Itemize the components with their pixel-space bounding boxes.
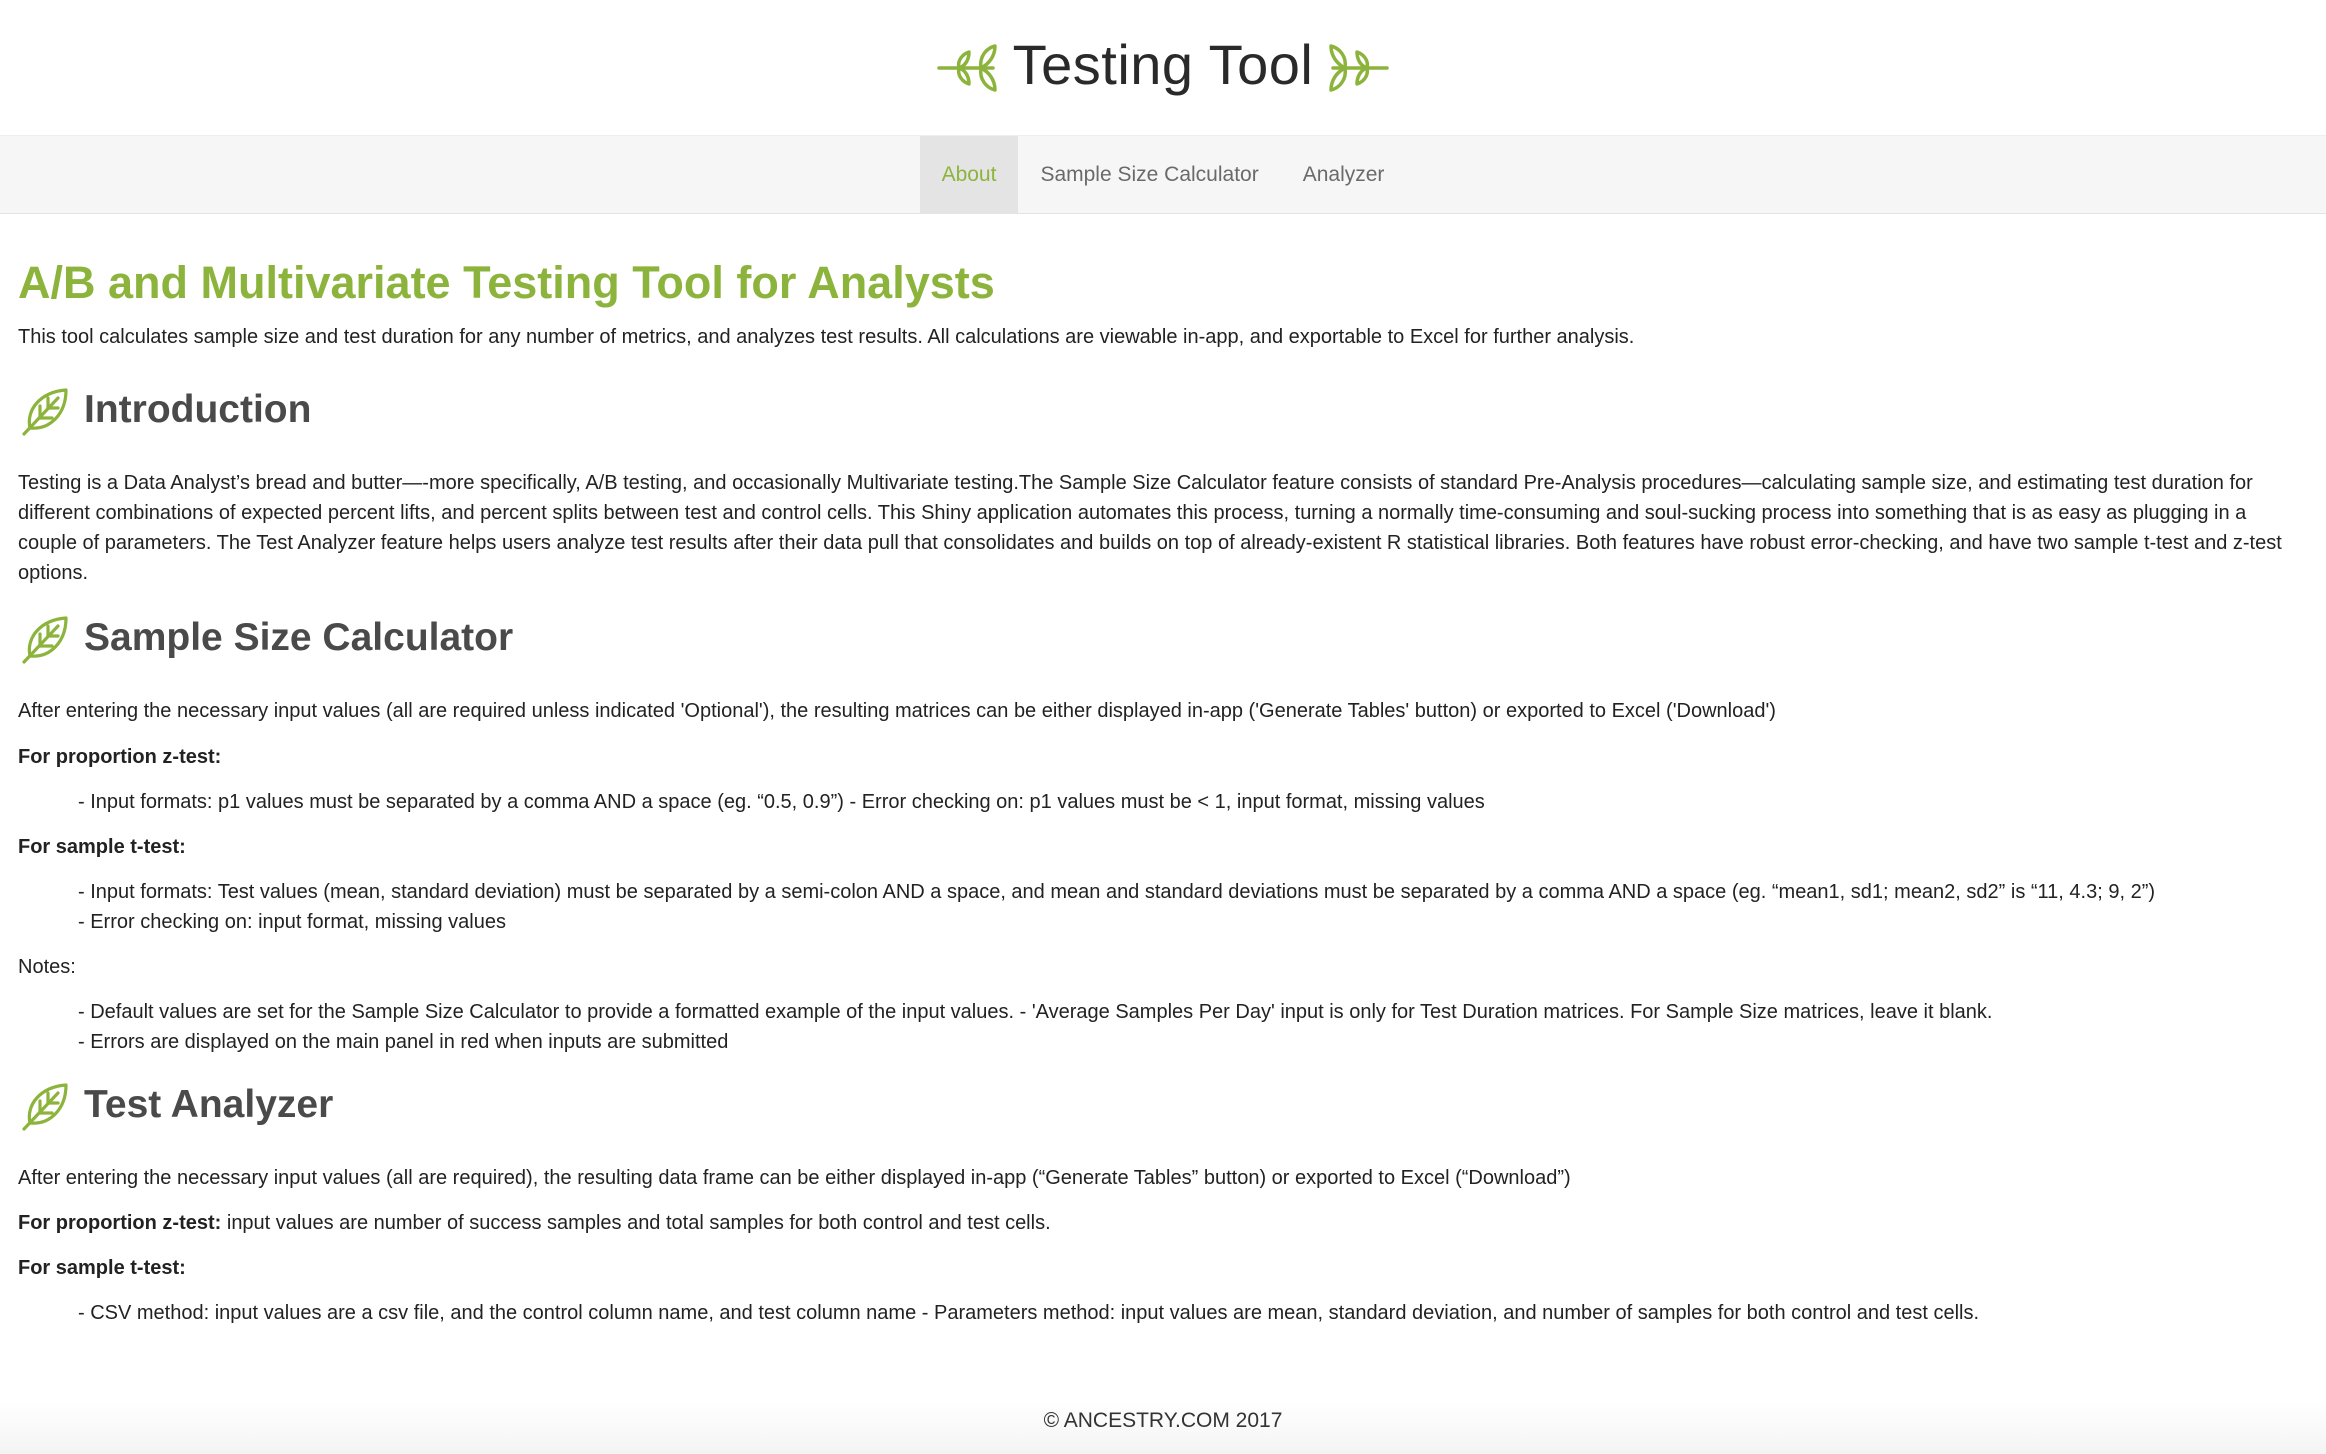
sample-size-proportion-line: - Input formats: p1 values must be separ… bbox=[78, 791, 1485, 813]
app-header: Testing Tool bbox=[0, 0, 2326, 135]
introduction-heading: Introduction bbox=[84, 388, 312, 431]
tab-analyzer[interactable]: Analyzer bbox=[1281, 136, 1407, 213]
test-analyzer-heading-row: Test Analyzer bbox=[18, 1077, 2308, 1133]
page-footer: © ANCESTRY.COM 2017 bbox=[0, 1400, 2326, 1454]
introduction-body: Testing is a Data Analyst’s bread and bu… bbox=[18, 472, 2282, 584]
test-analyzer-heading: Test Analyzer bbox=[84, 1083, 334, 1126]
sample-size-intro: After entering the necessary input value… bbox=[18, 700, 1776, 722]
sample-size-notes-line-2: - Errors are displayed on the main panel… bbox=[78, 1031, 729, 1053]
tab-sample-size-calculator[interactable]: Sample Size Calculator bbox=[1018, 136, 1280, 213]
copyright-text: © ANCESTRY.COM 2017 bbox=[1043, 1409, 1283, 1432]
leaf-branch-icon bbox=[1329, 43, 1390, 92]
test-analyzer-intro: After entering the necessary input value… bbox=[18, 1167, 1571, 1189]
leaf-branch-icon bbox=[936, 43, 997, 92]
app-title: Testing Tool bbox=[1012, 33, 1314, 96]
sample-size-ttest-line-2: - Error checking on: input format, missi… bbox=[78, 911, 506, 933]
sample-size-notes-label: Notes: bbox=[18, 956, 76, 978]
sample-size-heading: Sample Size Calculator bbox=[84, 616, 514, 659]
page-title: A/B and Multivariate Testing Tool for An… bbox=[18, 257, 995, 308]
sample-size-ttest-label: For sample t-test: bbox=[18, 836, 186, 858]
test-analyzer-ttest-label: For sample t-test: bbox=[18, 1257, 186, 1279]
main-navbar: About Sample Size Calculator Analyzer bbox=[0, 135, 2326, 214]
sample-size-heading-row: Sample Size Calculator bbox=[18, 610, 2308, 666]
test-analyzer-proportion-row: For proportion z-test: input values are … bbox=[18, 1208, 2308, 1238]
sample-size-ttest-line-1: - Input formats: Test values (mean, stan… bbox=[78, 881, 2156, 903]
test-analyzer-ttest-line: - CSV method: input values are a csv fil… bbox=[78, 1302, 1980, 1324]
leaf-icon bbox=[22, 388, 68, 436]
leaf-icon bbox=[22, 616, 68, 664]
page-subtitle: This tool calculates sample size and tes… bbox=[18, 326, 1635, 348]
about-content: A/B and Multivariate Testing Tool for An… bbox=[0, 214, 2326, 1328]
introduction-heading-row: Introduction bbox=[18, 382, 2308, 438]
test-analyzer-proportion-text: input values are number of success sampl… bbox=[221, 1212, 1051, 1234]
test-analyzer-proportion-label: For proportion z-test: bbox=[18, 1212, 222, 1234]
sample-size-proportion-label: For proportion z-test: bbox=[18, 746, 222, 768]
tab-about[interactable]: About bbox=[919, 136, 1019, 213]
leaf-icon bbox=[22, 1083, 68, 1131]
sample-size-notes-line-1: - Default values are set for the Sample … bbox=[78, 1001, 1993, 1023]
